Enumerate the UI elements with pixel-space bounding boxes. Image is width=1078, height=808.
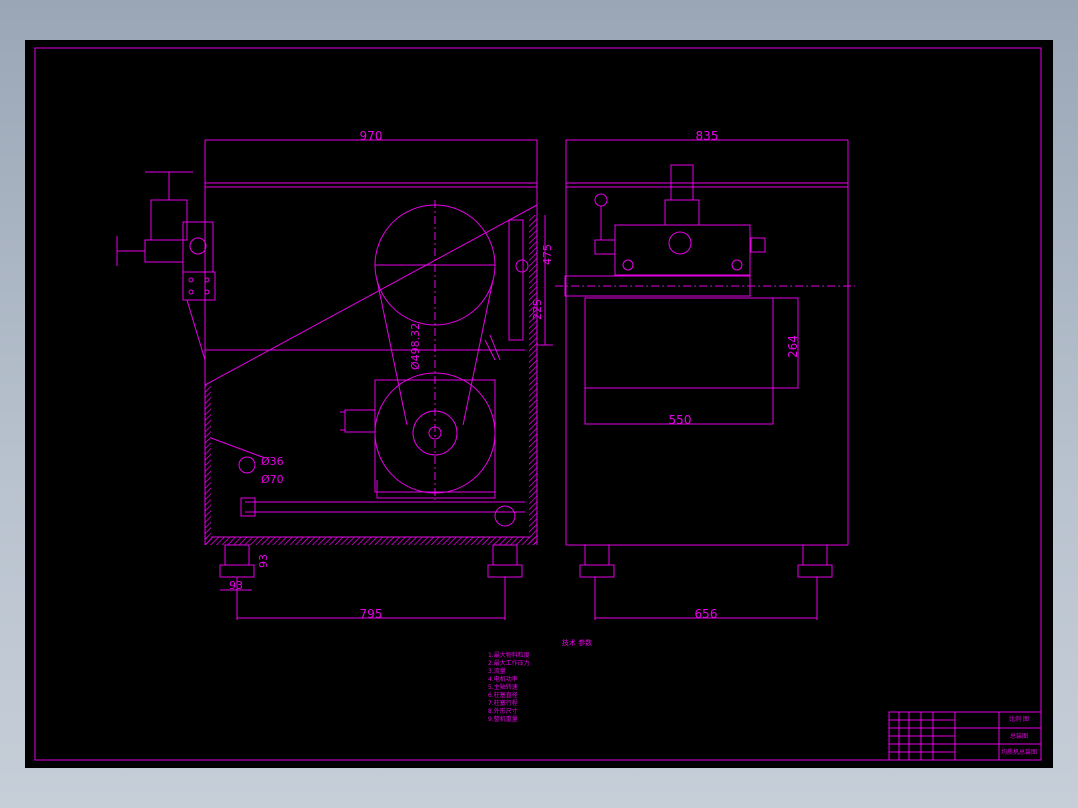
drawing-viewport[interactable]: 970 Ø498.32 475 225 Ø36 Ø70 93 93 795 83… [25, 40, 1053, 768]
note-line: 3.流量 [488, 667, 506, 675]
hatched-floor [205, 537, 537, 545]
cad-drawing: 970 Ø498.32 475 225 Ø36 Ø70 93 93 795 83… [34, 47, 1042, 761]
dim-36: Ø36 [261, 455, 284, 468]
technical-notes: 技术 参数 1.最大物料粒度 2.最大工作压力 3.流量 4.电机功率 5.主轴… [488, 638, 592, 723]
dim-835: 835 [696, 129, 719, 143]
dim-656: 656 [695, 607, 718, 621]
title-scale: 比例 图 [1009, 715, 1029, 723]
title-drawing: 均质机总装图 [1001, 748, 1037, 756]
note-line: 9.整机重量 [488, 715, 518, 723]
dim-264: 264 [786, 335, 800, 358]
note-line: 4.电机功率 [488, 675, 518, 683]
note-line: 6.柱塞直径 [488, 691, 518, 699]
dim-225: 225 [531, 299, 544, 320]
drawing-border [34, 47, 1042, 761]
front-view: 970 Ø498.32 475 225 Ø36 Ø70 93 93 795 [116, 129, 554, 621]
dim-550: 550 [669, 413, 692, 427]
dim-foot-w: 93 [229, 579, 243, 592]
note-line: 7.柱塞行程 [488, 699, 518, 707]
title-block: 比例 图 总装图 均质机总装图 [888, 711, 1042, 761]
title-name: 总装图 [1010, 732, 1028, 740]
note-line: 8.外形尺寸 [488, 707, 518, 715]
dim-pulley: Ø498.32 [409, 323, 422, 370]
hatched-wall-right [529, 215, 537, 545]
dim-970: 970 [360, 129, 383, 143]
notes-heading: 技术 参数 [562, 638, 592, 647]
dim-foot-h: 93 [257, 554, 270, 568]
side-view: 835 264 550 656 [555, 129, 855, 621]
note-line: 1.最大物料粒度 [488, 651, 530, 659]
note-line: 2.最大工作压力 [488, 659, 530, 667]
dim-795: 795 [360, 607, 383, 621]
dim-70: Ø70 [261, 473, 284, 486]
hatched-wall-left [205, 385, 211, 545]
dim-475: 475 [541, 244, 554, 265]
note-line: 5.主轴转速 [488, 683, 518, 691]
